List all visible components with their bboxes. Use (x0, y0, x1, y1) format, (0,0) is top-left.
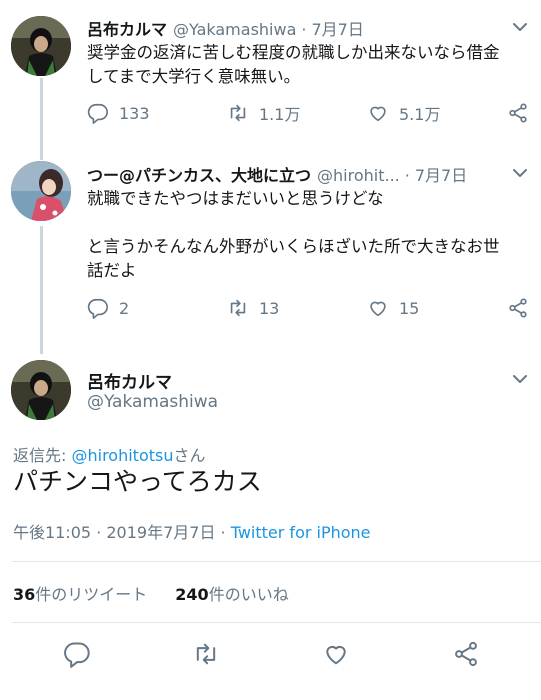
more-options-button[interactable] (511, 18, 529, 36)
chevron-down-icon (513, 169, 527, 177)
tweet-header: 呂布カルマ @Yakamashiwa · 7月7日 (87, 16, 364, 40)
avatar-rapper-icon (11, 360, 71, 420)
heart-icon (370, 301, 386, 317)
retweet-icon (230, 104, 246, 122)
retweet-button[interactable] (192, 640, 220, 668)
thread-line (40, 226, 43, 354)
author-name[interactable]: 呂布カルマ (87, 16, 167, 40)
tweet-text: パチンコやってろカス (13, 467, 262, 496)
divider (12, 561, 541, 562)
like-count: 5.1万 (399, 105, 441, 124)
retweet-icon (196, 643, 216, 665)
heart-icon (370, 106, 386, 122)
tweet-header: つー@パチンカス、大地に立つ @hirohit... · 7月7日 (87, 162, 467, 186)
share-icon (509, 103, 527, 123)
tweet-source-link[interactable]: Twitter for iPhone (231, 523, 371, 542)
share-button[interactable] (507, 295, 529, 321)
reply-to-line: 返信先: @hirohitotsuさん (13, 442, 206, 466)
avatar[interactable] (11, 16, 71, 76)
tweet-text: 奨学金の返済に苦しむ程度の就職しか出来ないなら借金 してまで大学行く意味無い。 (87, 41, 527, 89)
separator: · (404, 166, 410, 185)
retweet-button[interactable]: 1.1万 (227, 100, 300, 126)
like-button[interactable]: 5.1万 (367, 100, 440, 126)
author-name[interactable]: つー@パチンカス、大地に立つ (87, 162, 311, 186)
avatar[interactable] (11, 360, 71, 420)
reply-button[interactable]: 133 (87, 100, 150, 126)
chevron-down-icon (513, 23, 527, 31)
tweet-meta: 午後11:05 · 2019年7月7日 · Twitter for iPhone (13, 519, 371, 543)
share-icon (455, 641, 477, 667)
more-options-button[interactable] (511, 370, 529, 388)
retweet-icon (230, 299, 246, 317)
tweet-text-line: してまで大学行く意味無い。 (87, 67, 301, 86)
reply-button[interactable]: 2 (87, 295, 129, 321)
like-total: 240 (175, 585, 209, 604)
chevron-down-icon (513, 375, 527, 383)
retweet-total: 36 (13, 585, 36, 604)
like-count: 15 (399, 298, 420, 318)
reply-suffix: さん (173, 446, 206, 465)
retweet-count: 13 (259, 298, 280, 318)
more-options-button[interactable] (511, 164, 529, 182)
reply-count: 133 (119, 103, 150, 123)
reply-icon (64, 642, 90, 668)
tweet-timestamp[interactable]: 午後11:05 · 2019年7月7日 · (13, 523, 231, 542)
like-stat[interactable]: 240件のいいね (175, 581, 288, 605)
share-button[interactable] (452, 640, 480, 668)
reply-icon (87, 298, 108, 319)
tweet-text-line (87, 211, 527, 235)
author-name[interactable]: 呂布カルマ (87, 368, 172, 393)
retweet-stat-label: 件のリツイート (35, 585, 148, 604)
avatar[interactable] (11, 161, 71, 221)
separator: · (301, 20, 307, 39)
tweet-actions: 133 1.1万 5.1万 (87, 100, 532, 126)
heart-icon (326, 645, 346, 665)
tweet-text-line: 奨学金の返済に苦しむ程度の就職しか出来ないなら借金 (87, 43, 500, 62)
focused-tweet-actions (0, 640, 541, 670)
tweet-actions: 2 13 15 (87, 295, 532, 321)
retweet-stat[interactable]: 36件のリツイート (13, 581, 147, 605)
share-button[interactable] (507, 100, 529, 126)
reply-count: 2 (119, 298, 130, 318)
avatar-rapper-icon (11, 16, 71, 76)
reply-button[interactable] (63, 640, 91, 668)
tweet-date[interactable]: 7月7日 (311, 16, 363, 40)
author-handle[interactable]: @hirohit... (317, 166, 400, 185)
reply-mention-link[interactable]: @hirohitotsu (71, 446, 173, 465)
tweet-date[interactable]: 7月7日 (415, 162, 467, 186)
tweet-stats: 36件のリツイート 240件のいいね (13, 581, 289, 605)
retweet-button[interactable]: 13 (227, 295, 279, 321)
reply-to-label: 返信先: (13, 446, 72, 465)
avatar-anime-icon (11, 161, 71, 221)
like-button[interactable] (322, 640, 350, 668)
tweet-text-line: 就職できたやつはまだいいと思うけどな (87, 189, 384, 208)
author-handle[interactable]: @Yakamashiwa (87, 392, 218, 412)
tweet-text-line: 話だよ (87, 261, 137, 280)
like-stat-label: 件のいいね (208, 585, 289, 604)
tweet-text-line: と言うかそんなん外野がいくらほざいた所で大きなお世 (87, 237, 500, 256)
like-button[interactable]: 15 (367, 295, 419, 321)
share-icon (509, 298, 527, 318)
author-handle[interactable]: @Yakamashiwa (173, 20, 296, 39)
reply-icon (87, 103, 108, 124)
tweet-text: 就職できたやつはまだいいと思うけどな と言うかそんなん外野がいくらほざいた所で大… (87, 187, 527, 283)
thread-line (40, 78, 43, 160)
divider (12, 622, 541, 623)
retweet-count: 1.1万 (259, 105, 301, 124)
